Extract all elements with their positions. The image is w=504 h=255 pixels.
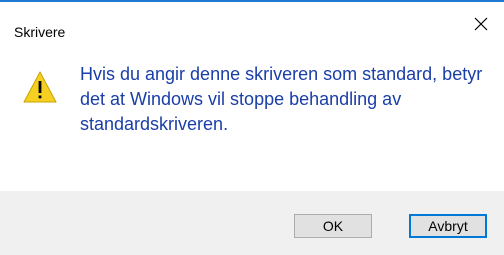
warning-icon xyxy=(23,71,57,103)
ok-button[interactable]: OK xyxy=(294,214,372,238)
dialog-content: Hvis du angir denne skriveren som standa… xyxy=(0,46,504,191)
title-bar[interactable]: Skrivere xyxy=(0,2,504,42)
window-title: Skrivere xyxy=(14,24,66,40)
close-icon xyxy=(474,17,488,31)
close-button[interactable] xyxy=(458,4,504,44)
button-bar: OK Avbryt xyxy=(0,191,504,255)
dialog-message: Hvis du angir denne skriveren som standa… xyxy=(80,64,483,134)
cancel-button[interactable]: Avbryt xyxy=(409,214,487,238)
printer-dialog: Skrivere Hvis du angir denne skriveren s… xyxy=(0,0,504,255)
